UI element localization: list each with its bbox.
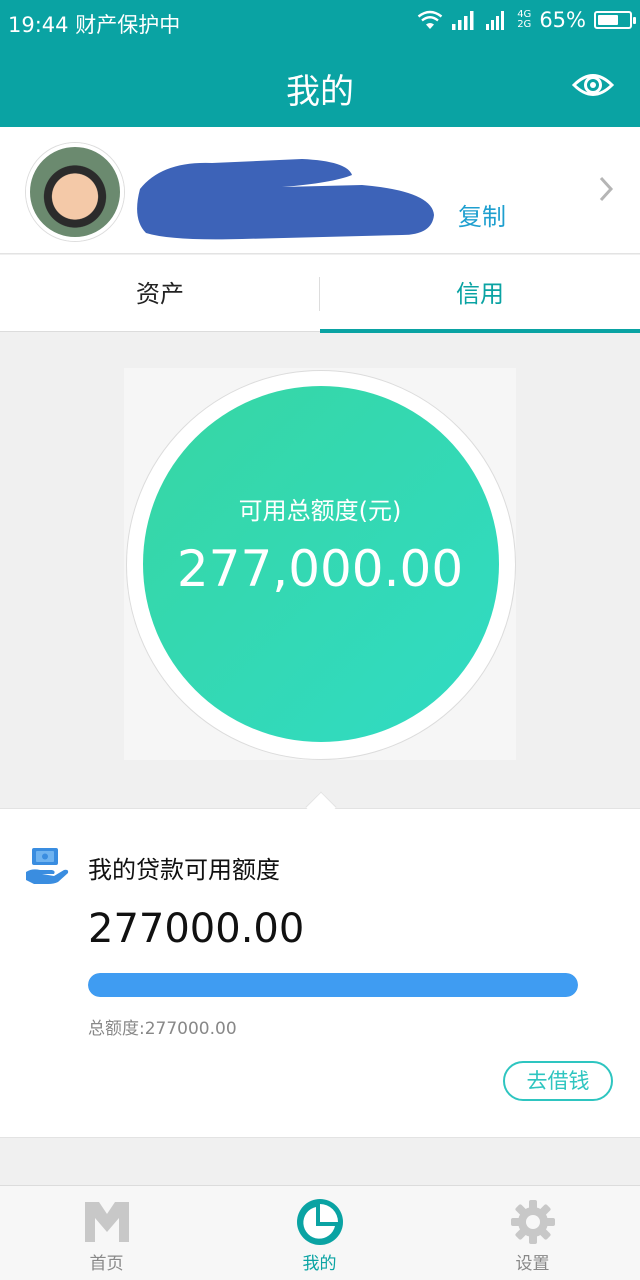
bottom-nav: 首页 我的 设置 (0, 1185, 640, 1280)
status-left: 19:44 财产保护中 (8, 9, 180, 39)
loan-progress-fill (88, 973, 578, 997)
borrow-button[interactable]: 去借钱 (503, 1061, 613, 1101)
loan-hand-icon (26, 848, 69, 884)
nav-settings[interactable]: 设置 (426, 1186, 639, 1280)
nav-mine-label: 我的 (302, 1254, 337, 1274)
available-credit-value: 277,000.00 (176, 540, 464, 598)
status-notification: 财产保护中 (75, 13, 181, 37)
loan-amount: 277000.00 (88, 906, 305, 952)
status-right: 4G 2G 65% (417, 8, 636, 32)
available-credit-label: 可用总额度(元) (238, 497, 402, 525)
nav-settings-label: 设置 (515, 1254, 550, 1274)
battery-fill (598, 15, 618, 25)
page-title: 我的 (286, 72, 354, 112)
tab-credit[interactable]: 信用 (320, 255, 640, 333)
tab-bar: 资产 信用 (0, 255, 640, 333)
loan-total-label: 总额度:277000.00 (88, 1019, 237, 1039)
signal-icon (452, 11, 474, 30)
app-header: 19:44 财产保护中 4G 2G 65% 我的 (0, 0, 640, 127)
battery-icon (594, 11, 636, 29)
network-type-secondary: 2G (517, 19, 532, 30)
nav-mine[interactable]: 我的 (213, 1186, 426, 1280)
gear-icon (510, 1200, 555, 1244)
status-bar: 19:44 财产保护中 4G 2G 65% (0, 0, 640, 46)
copy-button[interactable]: 复制 (458, 197, 506, 232)
redacted-username (137, 159, 434, 240)
battery-percent: 65% (539, 8, 586, 32)
loan-title: 我的贷款可用额度 (88, 856, 280, 884)
network-type: 4G 2G (517, 10, 531, 30)
profile-row[interactable]: 复制 (0, 127, 640, 254)
avatar[interactable] (26, 143, 124, 241)
tab-assets[interactable]: 资产 (0, 255, 320, 332)
nav-home[interactable]: 首页 (0, 1186, 213, 1280)
wifi-icon (417, 10, 443, 29)
signal-icon-secondary (486, 11, 505, 30)
loan-progress-bar (88, 973, 578, 997)
home-m-icon (84, 1202, 129, 1242)
eye-icon[interactable] (572, 68, 614, 102)
chevron-right-icon[interactable] (598, 175, 614, 203)
pie-chart-icon (296, 1199, 343, 1245)
status-time: 19:44 (8, 13, 69, 37)
nav-home-label: 首页 (89, 1254, 124, 1274)
